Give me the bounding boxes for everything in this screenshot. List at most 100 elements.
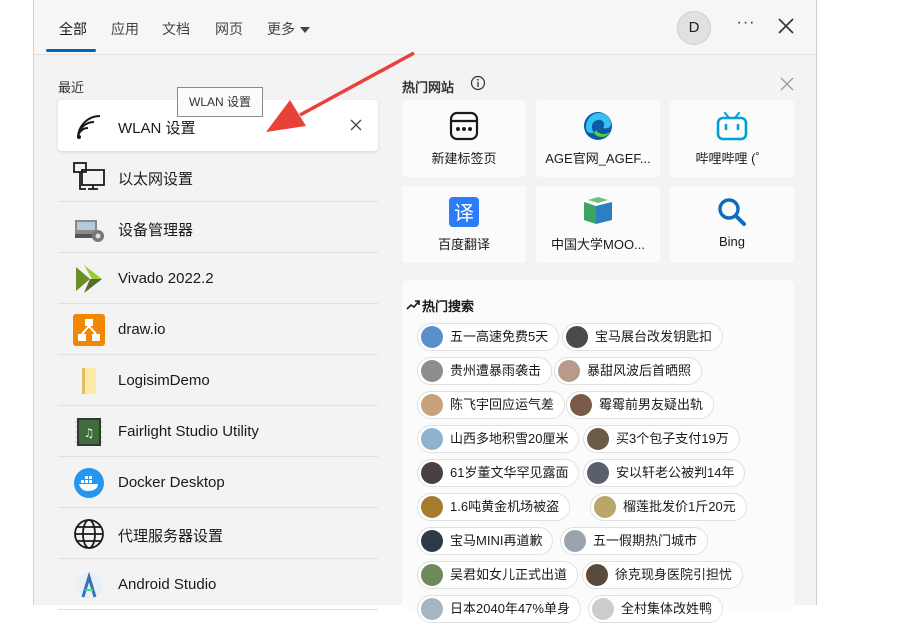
globe-icon — [74, 519, 104, 549]
close-button[interactable] — [774, 14, 798, 38]
tile-age[interactable]: AGE官网_AGEF... — [536, 100, 660, 177]
hot-search-chip[interactable]: 日本2040年47%单身 — [417, 595, 581, 623]
tab-more[interactable]: 更多 — [267, 19, 310, 39]
chip-thumbnail — [421, 462, 443, 484]
chip-thumbnail — [421, 326, 443, 348]
recent-item-label: Vivado 2022.2 — [118, 270, 214, 287]
svg-text:译: 译 — [454, 201, 474, 225]
recent-item-ethernet[interactable]: 以太网设置 — [58, 151, 378, 202]
chip-label: 61岁董文华罕见露面 — [450, 465, 569, 480]
vivado-icon — [76, 265, 102, 293]
chip-label: 榴莲批发价1斤20元 — [623, 499, 736, 514]
tile-label: 新建标签页 — [431, 151, 497, 166]
recent-item-label: 设备管理器 — [118, 222, 194, 239]
hot-search-chip[interactable]: 全村集体改姓鸭 — [588, 595, 724, 623]
chip-thumbnail — [421, 598, 443, 620]
chip-label: 1.6吨黄金机场被盗 — [450, 499, 560, 514]
info-icon[interactable] — [470, 75, 486, 91]
top-bar: 全部 应用 文档 网页 更多 D ··· — [34, 0, 816, 55]
recent-list: WLAN 设置 以太网设置 设备管理器 Vivado 2022.2 draw.i… — [58, 100, 378, 610]
hot-search-chip[interactable]: 霉霉前男友疑出轨 — [566, 391, 715, 419]
remove-icon[interactable] — [350, 119, 362, 131]
recent-section-label: 最近 — [58, 80, 85, 95]
tile-baidu-translate[interactable]: 译 百度翻译 — [402, 186, 526, 263]
chip-label: 徐克现身医院引担忧 — [615, 567, 733, 582]
tab-all[interactable]: 全部 — [59, 19, 87, 39]
chip-thumbnail — [570, 394, 592, 416]
tab-apps[interactable]: 应用 — [111, 19, 139, 39]
wifi-icon — [77, 115, 101, 139]
recent-item-docker[interactable]: Docker Desktop — [58, 457, 378, 508]
docker-icon — [74, 468, 104, 498]
recent-item-drawio[interactable]: draw.io — [58, 304, 378, 355]
mooc-icon — [584, 197, 612, 224]
hot-search-chip[interactable]: 吴君如女儿正式出道 — [417, 561, 579, 589]
tile-new-tab[interactable]: 新建标签页 — [402, 100, 526, 177]
tooltip: WLAN 设置 — [177, 87, 264, 117]
chip-thumbnail — [421, 428, 443, 450]
hot-sites-label: 热门网站 — [402, 80, 455, 95]
chip-thumbnail — [566, 326, 588, 348]
hot-search-chip[interactable]: 贵州遭暴雨袭击 — [417, 357, 553, 385]
hot-search-chip[interactable]: 陈飞宇回应运气差 — [417, 391, 566, 419]
edge-icon — [584, 112, 612, 140]
recent-item-fairlight[interactable]: ♫ Fairlight Studio Utility — [58, 406, 378, 457]
recent-item-vivado[interactable]: Vivado 2022.2 — [58, 253, 378, 304]
hot-search-chip[interactable]: 五一高速免费5天 — [417, 323, 560, 351]
tile-mooc[interactable]: 中国大学MOO... — [536, 186, 660, 263]
hot-search-chip[interactable]: 买3个包子支付19万 — [583, 425, 740, 453]
bilibili-icon — [716, 111, 748, 141]
recent-item-label: 以太网设置 — [118, 171, 194, 188]
chip-label: 贵州遭暴雨袭击 — [450, 363, 542, 378]
tab-web[interactable]: 网页 — [215, 19, 243, 39]
hot-search-chip[interactable]: 暴甜风波后首晒照 — [554, 357, 703, 385]
recent-item-logisimdemo[interactable]: LogisimDemo — [58, 355, 378, 406]
hot-search-chip[interactable]: 宝马MINI再道歉 — [417, 527, 554, 555]
folder-icon — [82, 368, 96, 394]
baidu-translate-icon: 译 — [449, 197, 479, 227]
svg-text:♫: ♫ — [84, 426, 95, 440]
recent-item-android-studio[interactable]: Android Studio — [58, 559, 378, 610]
recent-item-label: 代理服务器设置 — [118, 528, 224, 545]
hot-search-chip[interactable]: 榴莲批发价1斤20元 — [590, 493, 747, 521]
hot-search-chip[interactable]: 宝马展台改发钥匙扣 — [562, 323, 724, 351]
hot-search-chip[interactable]: 山西多地积雪20厘米 — [417, 425, 580, 453]
hot-search-chip[interactable]: 徐克现身医院引担忧 — [582, 561, 744, 589]
hot-search-chip[interactable]: 五一假期热门城市 — [560, 527, 709, 555]
active-tab-indicator — [46, 49, 96, 52]
chip-thumbnail — [587, 428, 609, 450]
chip-label: 吴君如女儿正式出道 — [450, 567, 568, 582]
recent-item-label: draw.io — [118, 321, 166, 338]
hot-search-chip[interactable]: 1.6吨黄金机场被盗 — [417, 493, 571, 521]
chip-label: 买3个包子支付19万 — [616, 431, 729, 446]
avatar[interactable]: D — [677, 11, 711, 45]
chip-label: 山西多地积雪20厘米 — [450, 431, 569, 446]
chip-thumbnail — [592, 598, 614, 620]
new-tab-icon — [449, 111, 479, 141]
hot-search-chip[interactable]: 61岁董文华罕见露面 — [417, 459, 580, 487]
hot-search-chip[interactable]: 安以轩老公被判14年 — [583, 459, 746, 487]
tile-label: Bing — [718, 234, 746, 249]
tile-bilibili[interactable]: 哔哩哔哩 (゜ — [670, 100, 794, 177]
chip-thumbnail — [558, 360, 580, 382]
recent-item-label: LogisimDemo — [118, 372, 210, 389]
chip-label: 日本2040年47%单身 — [450, 601, 570, 616]
tile-bing[interactable]: Bing — [670, 186, 794, 263]
ethernet-icon — [73, 162, 105, 190]
chip-thumbnail — [421, 394, 443, 416]
close-icon[interactable] — [780, 77, 794, 91]
recent-item-label: Docker Desktop — [118, 474, 225, 491]
tab-more-label: 更多 — [267, 21, 295, 37]
tile-label: 哔哩哔哩 (゜ — [695, 151, 769, 166]
tile-label: 中国大学MOO... — [551, 237, 645, 252]
chevron-down-icon — [300, 27, 310, 34]
drawio-icon — [73, 314, 105, 346]
chip-label: 宝马展台改发钥匙扣 — [595, 329, 713, 344]
tab-documents[interactable]: 文档 — [162, 19, 190, 39]
recent-item-device-manager[interactable]: 设备管理器 — [58, 202, 378, 253]
recent-item-proxy[interactable]: 代理服务器设置 — [58, 508, 378, 559]
hot-search-card: 热门搜索 五一高速免费5天 宝马展台改发钥匙扣 贵州遭暴雨袭击 暴甜风波后首晒照 陈飞宇… — [402, 280, 794, 623]
more-options-button[interactable]: ··· — [734, 14, 758, 38]
chip-label: 暴甜风波后首晒照 — [587, 363, 692, 378]
chip-thumbnail — [586, 564, 608, 586]
